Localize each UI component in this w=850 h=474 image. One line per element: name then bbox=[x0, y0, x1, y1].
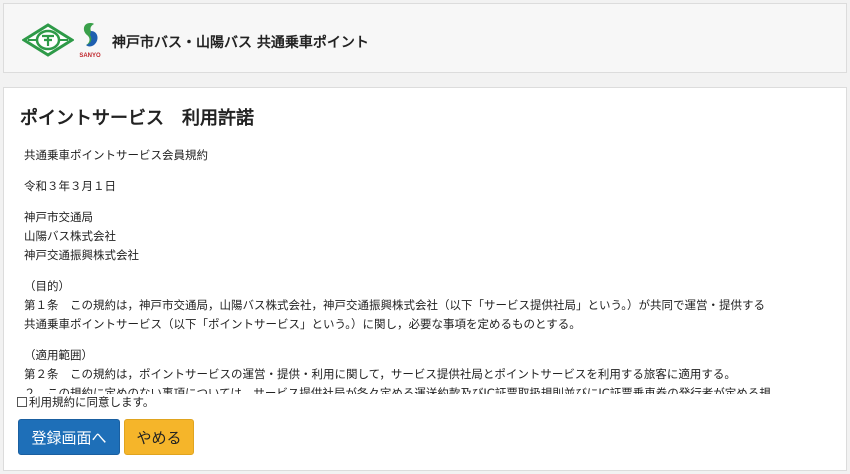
cancel-button[interactable]: やめる bbox=[124, 419, 194, 455]
section-title: （目的） bbox=[24, 279, 70, 293]
kobe-city-bus-logo-icon bbox=[22, 23, 74, 57]
header-title: 神戸市バス・山陽バス 共通乗車ポイント bbox=[112, 35, 369, 51]
section-text: 第２条 この規約は，ポイントサービスの運営・提供・利用に関して，サービス提供社局… bbox=[24, 367, 736, 381]
terms-heading: 共通乗車ポイントサービス会員規約 bbox=[24, 148, 208, 162]
terms-scroll-box[interactable]: 共通乗車ポイントサービス会員規約 令和３年３月１日 神戸市交通局 山陽バス株式会… bbox=[24, 146, 834, 394]
section-text: 第１条 この規約は，神戸市交通局，山陽バス株式会社，神戸交通振興株式会社（以下「… bbox=[24, 298, 766, 312]
terms-org: 神戸交通振興株式会社 bbox=[24, 248, 139, 262]
section-text: ２ この規約に定めのない事項については，サービス提供社局が各々定める運送約款及び… bbox=[24, 386, 771, 394]
agree-checkbox[interactable] bbox=[17, 397, 27, 407]
sanyo-logo-text: SANYO bbox=[79, 53, 101, 59]
agree-checkbox-row[interactable]: 利用規約に同意します。 bbox=[17, 394, 154, 410]
page-title: ポイントサービス 利用許諾 bbox=[20, 108, 254, 129]
terms-card: ポイントサービス 利用許諾 共通乗車ポイントサービス会員規約 令和３年３月１日 … bbox=[3, 87, 847, 471]
sanyo-logo-icon: SANYO bbox=[79, 23, 101, 59]
register-button[interactable]: 登録画面へ bbox=[18, 419, 120, 455]
section-text: 共通乗車ポイントサービス（以下「ポイントサービス」という。）に関し，必要な事項を… bbox=[24, 317, 581, 331]
section-title: （適用範囲） bbox=[24, 348, 93, 362]
terms-org: 山陽バス株式会社 bbox=[24, 229, 116, 243]
agree-label: 利用規約に同意します。 bbox=[29, 395, 155, 409]
terms-org: 神戸市交通局 bbox=[24, 210, 93, 224]
terms-date: 令和３年３月１日 bbox=[24, 179, 116, 193]
app-header: SANYO 神戸市バス・山陽バス 共通乗車ポイント bbox=[3, 3, 847, 73]
